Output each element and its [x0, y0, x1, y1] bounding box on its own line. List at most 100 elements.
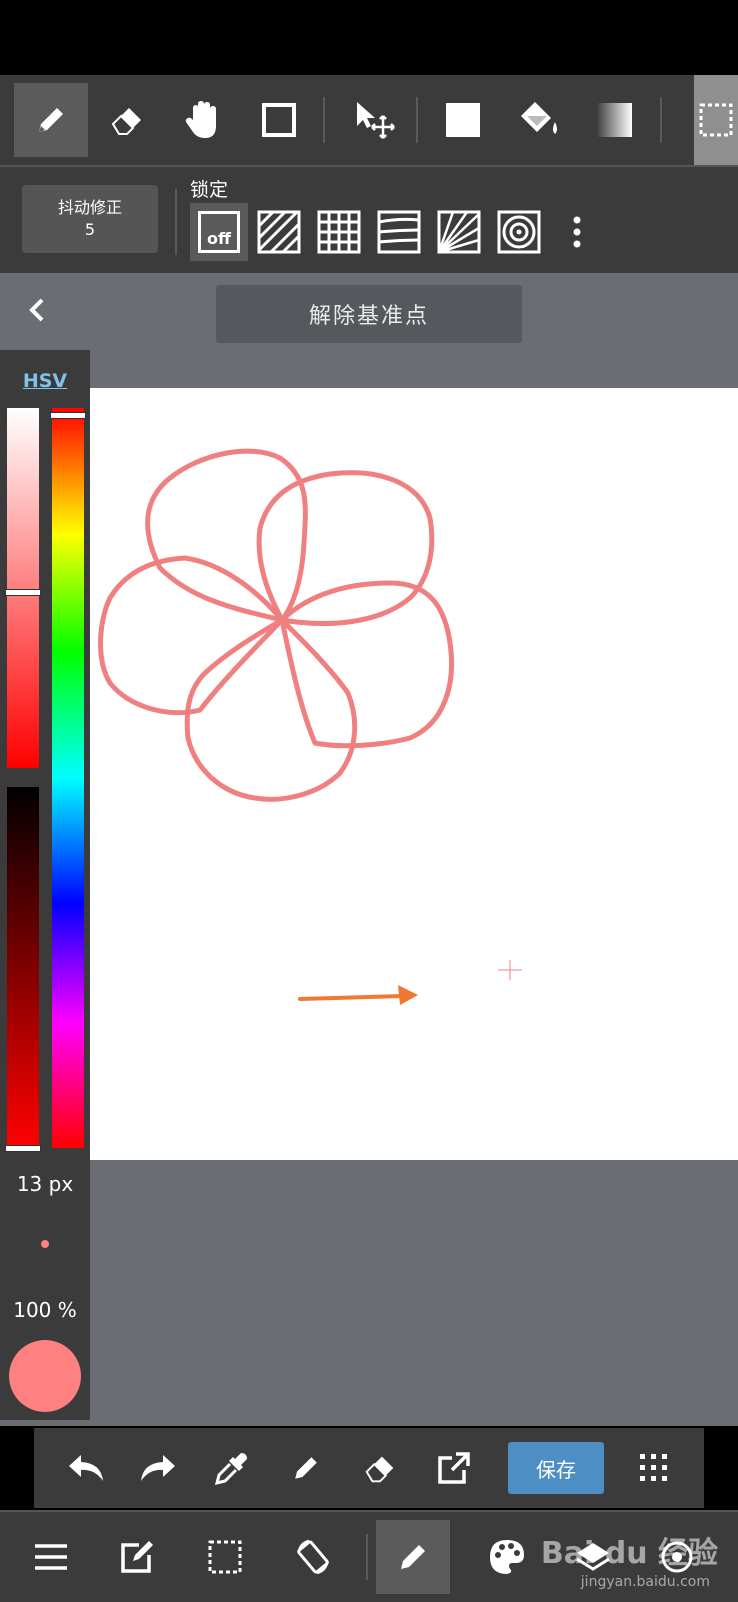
status-bar: [0, 0, 738, 75]
release-reference-point-button[interactable]: 解除基准点: [216, 285, 522, 343]
hue-slider[interactable]: [52, 408, 84, 1148]
eyedropper-button[interactable]: [200, 1436, 264, 1500]
flower-petal-top-right: [256, 470, 435, 626]
orange-arrow: [298, 985, 418, 1005]
lock-perspective-button[interactable]: [370, 203, 428, 261]
brush-size-label[interactable]: 13 px: [0, 1172, 90, 1196]
hand-icon: [185, 101, 216, 138]
nav-divider: [366, 1534, 368, 1580]
hue-marker[interactable]: [50, 412, 86, 419]
save-button[interactable]: 保存: [508, 1442, 604, 1494]
ruler-bar: 解除基准点: [0, 273, 738, 348]
hamburger-menu-icon: [35, 1544, 67, 1570]
bottom-navigation: Bai du 经验 jingyan.baidu.com: [0, 1510, 738, 1602]
lock-off-label: off: [207, 229, 231, 248]
brush-size-preview: [41, 1240, 49, 1248]
external-link-icon: [438, 1452, 470, 1484]
perspective-lines-icon: [377, 210, 421, 254]
parallel-lines-icon: [257, 210, 301, 254]
lock-radial-button[interactable]: [430, 203, 488, 261]
lock-parallel-button[interactable]: [250, 203, 308, 261]
flower-petal-right: [279, 580, 455, 749]
rotate-icon: [297, 1539, 329, 1575]
edit-square-icon: [121, 1541, 153, 1573]
radial-lines-icon: [437, 210, 481, 254]
toolbar-divider: [416, 97, 418, 143]
select-tool-button[interactable]: [694, 75, 738, 165]
selection-icon: [699, 103, 733, 137]
fill-color-tool-button[interactable]: [426, 83, 500, 157]
eyedropper-icon: [214, 1453, 247, 1486]
bucket-tool-button[interactable]: [502, 83, 576, 157]
flower-petal-top-left: [145, 448, 308, 623]
move-arrow-icon: [357, 102, 395, 139]
stabilizer-value: 5: [84, 220, 96, 239]
eraser-tool-button[interactable]: [90, 83, 164, 157]
value-marker[interactable]: [5, 1145, 41, 1152]
current-color-swatch[interactable]: [9, 1340, 81, 1412]
palette-icon: [490, 1540, 524, 1574]
brush-button[interactable]: [376, 1520, 450, 1594]
eraser-quick-button[interactable]: [348, 1436, 412, 1500]
toolbar-divider: [660, 97, 662, 143]
cursor-crosshair: [498, 960, 522, 980]
tool-toolbar: [0, 75, 738, 167]
saturation-marker[interactable]: [5, 589, 41, 596]
watermark-url: jingyan.baidu.com: [580, 1574, 710, 1590]
redo-button[interactable]: [126, 1436, 190, 1500]
selection-icon: [208, 1540, 242, 1574]
value-slider[interactable]: [7, 787, 39, 1147]
flower-petal-bottom: [184, 617, 358, 802]
pen-quick-button[interactable]: [274, 1436, 338, 1500]
edit-button[interactable]: [100, 1520, 174, 1594]
color-mode-toggle[interactable]: HSV: [0, 370, 90, 392]
redo-icon: [141, 1455, 175, 1481]
pen-tool-button[interactable]: [14, 83, 88, 157]
lock-grid-button[interactable]: [310, 203, 368, 261]
eraser-icon: [111, 108, 141, 135]
toolbar-divider: [323, 97, 325, 143]
filled-square-icon: [446, 103, 480, 137]
concentric-circles-icon: [497, 210, 541, 254]
drawing-canvas[interactable]: [90, 388, 738, 1160]
stabilizer-label: 抖动修正: [57, 198, 122, 217]
undo-icon: [69, 1455, 103, 1481]
saturation-slider[interactable]: [7, 408, 39, 768]
more-options-button[interactable]: [552, 203, 602, 261]
stabilizer-button[interactable]: 抖动修正 5: [22, 185, 158, 253]
chevron-left-icon: [29, 298, 44, 322]
eraser-icon: [365, 1456, 394, 1483]
back-button[interactable]: [22, 295, 52, 325]
brush-options-bar: 抖动修正 5 锁定 off: [0, 167, 738, 273]
pen-icon: [295, 1457, 317, 1479]
selection-button[interactable]: [188, 1520, 262, 1594]
rotate-canvas-button[interactable]: [276, 1520, 350, 1594]
opacity-label[interactable]: 100 %: [0, 1298, 90, 1322]
color-palette-button[interactable]: [470, 1520, 544, 1594]
menu-button[interactable]: [14, 1520, 88, 1594]
action-bar: 保存: [34, 1428, 704, 1508]
grid-menu-button[interactable]: [622, 1436, 686, 1500]
grid-icon: [317, 210, 361, 254]
rectangle-icon: [262, 103, 296, 137]
hand-tool-button[interactable]: [166, 83, 240, 157]
options-divider: [175, 189, 177, 255]
canvas-drawing: [98, 448, 522, 1005]
dots-grid-icon: [640, 1454, 667, 1481]
lock-label: 锁定: [190, 179, 229, 201]
pen-icon: [401, 1545, 425, 1569]
more-vertical-icon: [573, 216, 581, 248]
gradient-tool-button[interactable]: [578, 83, 652, 157]
undo-button[interactable]: [54, 1436, 118, 1500]
lock-off-button[interactable]: off: [190, 203, 248, 261]
watermark-logo: Bai du 经验: [540, 1536, 718, 1571]
lock-concentric-button[interactable]: [490, 203, 548, 261]
gradient-icon: [598, 103, 632, 137]
flower-drawing: [98, 448, 455, 802]
paint-bucket-icon: [521, 102, 557, 134]
move-tool-button[interactable]: [336, 83, 410, 157]
pen-icon: [39, 108, 63, 132]
rectangle-tool-button[interactable]: [242, 83, 316, 157]
color-panel: HSV 13 px 100 %: [0, 350, 90, 1420]
export-button[interactable]: [422, 1436, 486, 1500]
